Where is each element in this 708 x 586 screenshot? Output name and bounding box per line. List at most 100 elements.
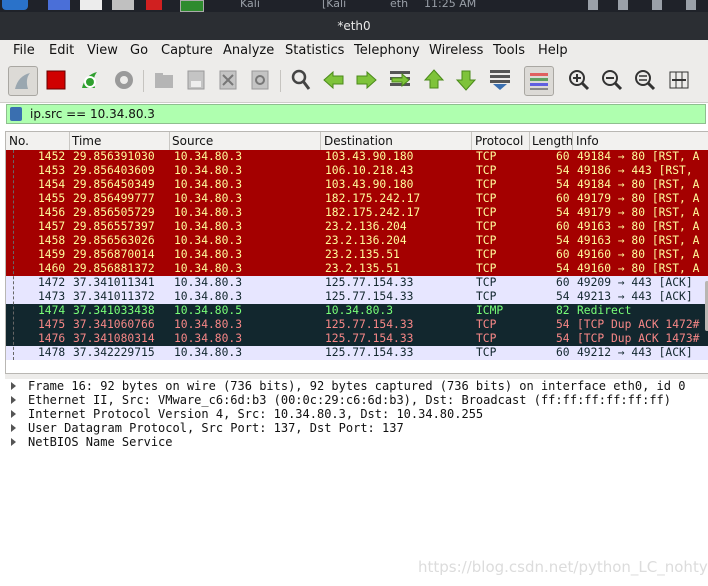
main-toolbar (0, 62, 708, 103)
cell-no: 1476 (38, 332, 66, 345)
taskbar-browser-icon[interactable] (146, 0, 162, 10)
cell-length: 54 (556, 318, 570, 331)
menu-go[interactable]: Go (130, 43, 148, 58)
battery-icon[interactable] (618, 0, 628, 10)
packet-row[interactable]: 1457 29.856557397 10.34.80.3 23.2.136.204 TC… (6, 220, 708, 234)
packet-details[interactable]: Frame 16: 92 bytes on wire (736 bits), 9… (5, 379, 708, 586)
reload-file-icon[interactable] (246, 66, 274, 94)
packet-row[interactable]: 1472 37.341011341 10.34.80.3 125.77.154.33 T… (6, 276, 708, 290)
toolbar-separator (280, 70, 281, 92)
expand-arrow-icon[interactable] (11, 424, 16, 432)
notification-icon[interactable] (588, 0, 598, 10)
packet-row[interactable]: 1459 29.856870014 10.34.80.3 23.2.135.51 TCP… (6, 248, 708, 262)
col-header-protocol[interactable]: Protocol (475, 134, 523, 148)
find-packet-icon[interactable] (287, 66, 315, 94)
packet-row[interactable]: 1460 29.856881372 10.34.80.3 23.2.135.51 TCP… (6, 262, 708, 276)
go-back-icon[interactable] (320, 66, 348, 94)
detail-tree-item[interactable]: NetBIOS Name Service (28, 435, 173, 449)
packet-row[interactable]: 1453 29.856403609 10.34.80.3 106.10.218.43 T… (6, 164, 708, 178)
go-forward-icon[interactable] (352, 66, 380, 94)
menu-file[interactable]: File (13, 43, 35, 58)
menu-view[interactable]: View (87, 43, 118, 58)
col-header-length[interactable]: Length (532, 134, 573, 148)
go-last-icon[interactable] (452, 66, 480, 94)
expand-arrow-icon[interactable] (11, 396, 16, 404)
taskbar-item-2[interactable]: [Kali (322, 0, 346, 10)
zoom-out-icon[interactable] (598, 66, 626, 94)
save-file-icon[interactable] (182, 66, 210, 94)
expand-arrow-icon[interactable] (11, 438, 16, 446)
bookmark-icon[interactable] (10, 107, 22, 121)
cell-length: 54 (556, 234, 570, 247)
colorize-icon[interactable] (524, 66, 554, 96)
cell-info: 49213 → 443 [ACK] (577, 290, 693, 303)
capture-options-icon[interactable] (110, 66, 138, 94)
detail-tree-item[interactable]: Internet Protocol Version 4, Src: 10.34.… (28, 407, 483, 421)
cell-length: 54 (556, 164, 570, 177)
cell-protocol: TCP (476, 346, 497, 359)
open-file-icon[interactable] (150, 66, 178, 94)
cell-no: 1473 (38, 290, 66, 303)
taskbar-files-icon[interactable] (80, 0, 102, 10)
col-header-source[interactable]: Source (172, 134, 213, 148)
taskbar-clock: 11:25 AM (424, 0, 477, 10)
packet-row[interactable]: 1455 29.856499777 10.34.80.3 182.175.242.17… (6, 192, 708, 206)
taskbar-item-1[interactable]: Kali (240, 0, 260, 10)
power-icon[interactable] (686, 0, 696, 10)
packet-row[interactable]: 1475 37.341060766 10.34.80.3 125.77.154.33 T… (6, 318, 708, 332)
shark-fin-start-icon[interactable] (8, 66, 38, 96)
stop-capture-icon[interactable] (42, 66, 70, 94)
go-first-icon[interactable] (420, 66, 448, 94)
cell-length: 54 (556, 262, 570, 275)
col-header-destination[interactable]: Destination (324, 134, 393, 148)
menu-edit[interactable]: Edit (49, 43, 74, 58)
packet-row[interactable]: 1474 37.341033438 10.34.80.5 10.34.80.3 ICMP… (6, 304, 708, 318)
display-filter-input[interactable]: ip.src == 10.34.80.3 (6, 104, 706, 124)
taskbar-item-3[interactable]: eth (390, 0, 408, 10)
cell-time: 29.856499777 (73, 192, 155, 205)
cell-protocol: TCP (476, 290, 497, 303)
menu-wireless[interactable]: Wireless (429, 43, 483, 58)
menu-tools[interactable]: Tools (493, 43, 525, 58)
cell-no: 1457 (38, 220, 66, 233)
close-file-icon[interactable] (214, 66, 242, 94)
kali-menu-icon[interactable] (2, 0, 28, 10)
cell-length: 60 (556, 276, 570, 289)
taskbar-app-icon[interactable] (48, 0, 70, 10)
packet-row[interactable]: 1454 29.856450349 10.34.80.3 103.43.90.180 T… (6, 178, 708, 192)
packet-row[interactable]: 1458 29.856563026 10.34.80.3 23.2.136.204 TC… (6, 234, 708, 248)
taskbar-terminal-icon[interactable] (112, 0, 134, 10)
menu-analyze[interactable]: Analyze (223, 43, 274, 58)
menu-telephony[interactable]: Telephony (354, 43, 420, 58)
go-to-packet-icon[interactable] (386, 66, 414, 94)
taskbar-wireshark-icon[interactable] (180, 0, 204, 12)
packet-row[interactable]: 1456 29.856505729 10.34.80.3 182.175.242.17… (6, 206, 708, 220)
packet-row[interactable]: 1452 29.856391030 10.34.80.3 103.43.90.180 T… (6, 150, 708, 164)
restart-capture-icon[interactable] (76, 66, 104, 94)
autoscroll-icon[interactable] (486, 66, 514, 94)
zoom-in-icon[interactable] (565, 66, 593, 94)
lock-icon[interactable] (652, 0, 662, 10)
col-header-info[interactable]: Info (576, 134, 599, 148)
resize-columns-icon[interactable] (665, 66, 693, 94)
menu-help[interactable]: Help (538, 43, 568, 58)
detail-tree-item[interactable]: Ethernet II, Src: VMware_c6:6d:b3 (00:0c… (28, 393, 671, 407)
cell-source: 10.34.80.3 (174, 164, 243, 177)
cell-info: 49160 → 80 [RST, A (577, 262, 700, 275)
expand-arrow-icon[interactable] (11, 382, 16, 390)
system-taskbar: Kali [Kali eth 11:25 AM (0, 0, 708, 12)
detail-tree-item[interactable]: User Datagram Protocol, Src Port: 137, D… (28, 421, 404, 435)
menu-capture[interactable]: Capture (161, 43, 213, 58)
col-header-time[interactable]: Time (72, 134, 101, 148)
detail-tree-item[interactable]: Frame 16: 92 bytes on wire (736 bits), 9… (28, 379, 685, 393)
cell-length: 82 (556, 304, 570, 317)
cell-source: 10.34.80.3 (174, 178, 243, 191)
packet-row[interactable]: 1473 37.341011372 10.34.80.3 125.77.154.33 T… (6, 290, 708, 304)
zoom-reset-icon[interactable] (631, 66, 659, 94)
expand-arrow-icon[interactable] (11, 410, 16, 418)
packet-list[interactable]: No. Time Source Destination Protocol Len… (5, 131, 708, 374)
packet-row[interactable]: 1476 37.341080314 10.34.80.3 125.77.154.33 T… (6, 332, 708, 346)
packet-row[interactable]: 1478 37.342229715 10.34.80.3 125.77.154.33 T… (6, 346, 708, 360)
col-header-no[interactable]: No. (9, 134, 29, 148)
menu-statistics[interactable]: Statistics (285, 43, 344, 58)
